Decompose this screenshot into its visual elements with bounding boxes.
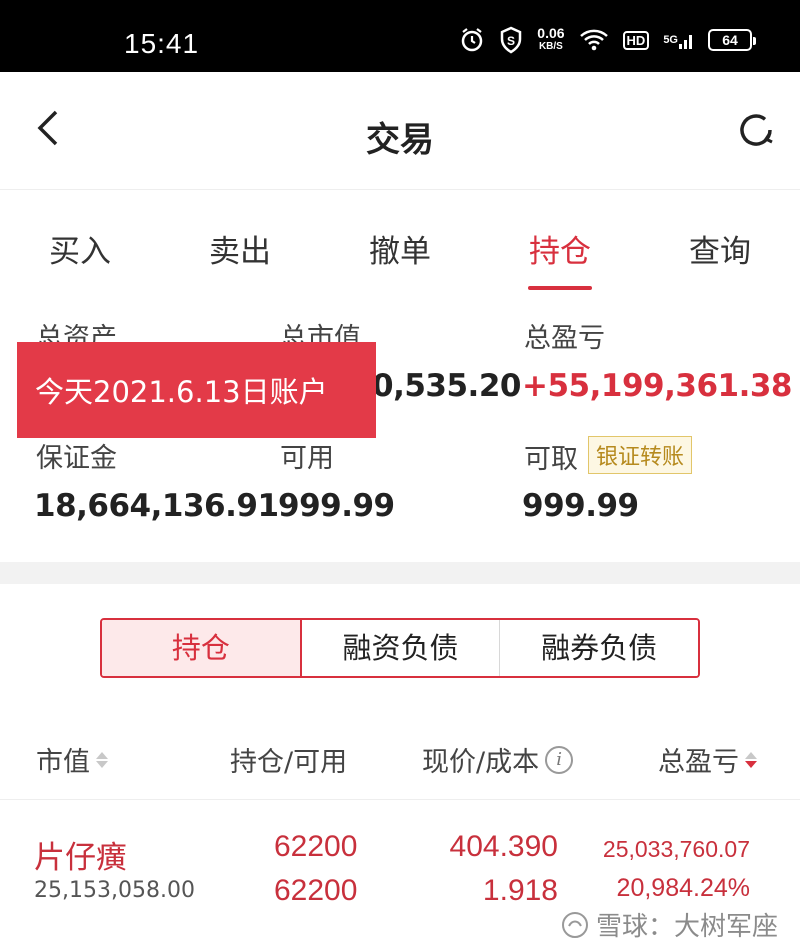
holdings-table-header: 市值 持仓/可用 现价/成本 i 总盈亏 bbox=[0, 716, 800, 800]
total-pnl-value: +55,199,361.38 bbox=[522, 368, 793, 404]
svg-text:S: S bbox=[507, 34, 515, 48]
wifi-icon bbox=[579, 28, 609, 52]
column-price-cost: 现价/成本 i bbox=[422, 740, 574, 779]
margin-value: 18,664,136.91 bbox=[34, 488, 279, 524]
tab-query[interactable]: 查询 bbox=[640, 190, 800, 296]
column-price-cost-label: 现价/成本 bbox=[422, 747, 540, 778]
tab-positions[interactable]: 持仓 bbox=[480, 190, 640, 296]
status-bar: 15:41 S 0.06 KB/S HD 5G 64 bbox=[0, 0, 800, 72]
date-overlay-banner: 今天2021.6.13日账户 bbox=[17, 342, 376, 438]
alarm-icon bbox=[459, 27, 485, 53]
row-pnl-percent: 20,984.24% bbox=[616, 874, 750, 902]
row-current-price: 404.390 bbox=[449, 830, 558, 863]
app-header: 交易 bbox=[0, 72, 800, 190]
row-pnl-amount: 25,033,760.07 bbox=[602, 836, 750, 862]
margin-label: 保证金 bbox=[36, 443, 117, 474]
row-position: 62200 bbox=[274, 830, 358, 863]
segment-margin-financing[interactable]: 融资负债 bbox=[301, 620, 501, 676]
hd-badge: HD bbox=[622, 30, 650, 50]
snowball-logo-icon bbox=[561, 911, 588, 938]
row-market-value: 25,153,058.00 bbox=[34, 878, 195, 903]
watermark-text: 雪球：大树军座 bbox=[595, 912, 778, 942]
column-total-pnl[interactable]: 总盈亏 bbox=[658, 740, 757, 779]
withdrawable-label: 可取 bbox=[524, 444, 578, 475]
cellular-signal-icon: 5G bbox=[663, 30, 694, 50]
speed-unit: KB/S bbox=[538, 41, 563, 52]
column-market-value[interactable]: 市值 bbox=[36, 740, 108, 779]
network-speed: 0.06 KB/S bbox=[537, 25, 565, 53]
sort-icon bbox=[96, 751, 108, 768]
segment-positions[interactable]: 持仓 bbox=[102, 620, 302, 676]
withdrawable-value: 999.99 bbox=[522, 488, 639, 524]
market-value: 0,535.20 bbox=[372, 368, 521, 404]
row-available: 62200 bbox=[274, 874, 358, 907]
total-pnl-label: 总盈亏 bbox=[524, 323, 605, 354]
battery-icon: 64 bbox=[708, 29, 756, 51]
status-time: 15:41 bbox=[124, 28, 200, 59]
refresh-icon bbox=[740, 114, 773, 146]
column-market-value-label: 市值 bbox=[36, 747, 90, 778]
refresh-button[interactable] bbox=[734, 108, 778, 152]
bank-transfer-button[interactable]: 银证转账 bbox=[588, 436, 693, 474]
withdrawable-row: 可取 银证转账 bbox=[524, 436, 693, 476]
info-icon[interactable]: i bbox=[545, 745, 574, 774]
segment-securities-lending[interactable]: 融券负债 bbox=[500, 620, 698, 676]
tab-buy[interactable]: 买入 bbox=[0, 190, 160, 296]
watermark: 雪球：大树军座 bbox=[560, 906, 778, 943]
stock-name: 片仔癀 bbox=[34, 840, 127, 876]
available-value: 999.99 bbox=[278, 488, 395, 524]
sort-desc-icon bbox=[745, 751, 757, 768]
network-label: 5G bbox=[663, 34, 678, 46]
available-label: 可用 bbox=[280, 443, 334, 474]
tab-cancel-order[interactable]: 撤单 bbox=[320, 190, 480, 296]
row-cost: 1.918 bbox=[482, 874, 558, 907]
column-total-pnl-label: 总盈亏 bbox=[658, 747, 739, 778]
column-position: 持仓/可用 bbox=[230, 747, 348, 778]
status-icons: S 0.06 KB/S HD 5G 64 bbox=[459, 25, 756, 54]
main-tabs: 买入 卖出 撤单 持仓 查询 bbox=[0, 190, 800, 296]
speed-value: 0.06 bbox=[537, 25, 565, 41]
tab-sell[interactable]: 卖出 bbox=[160, 190, 320, 296]
section-divider bbox=[0, 562, 800, 584]
page-title: 交易 bbox=[366, 120, 434, 160]
holdings-segmented-control: 持仓 融资负债 融券负债 bbox=[100, 618, 700, 678]
shield-s-icon: S bbox=[499, 26, 523, 54]
